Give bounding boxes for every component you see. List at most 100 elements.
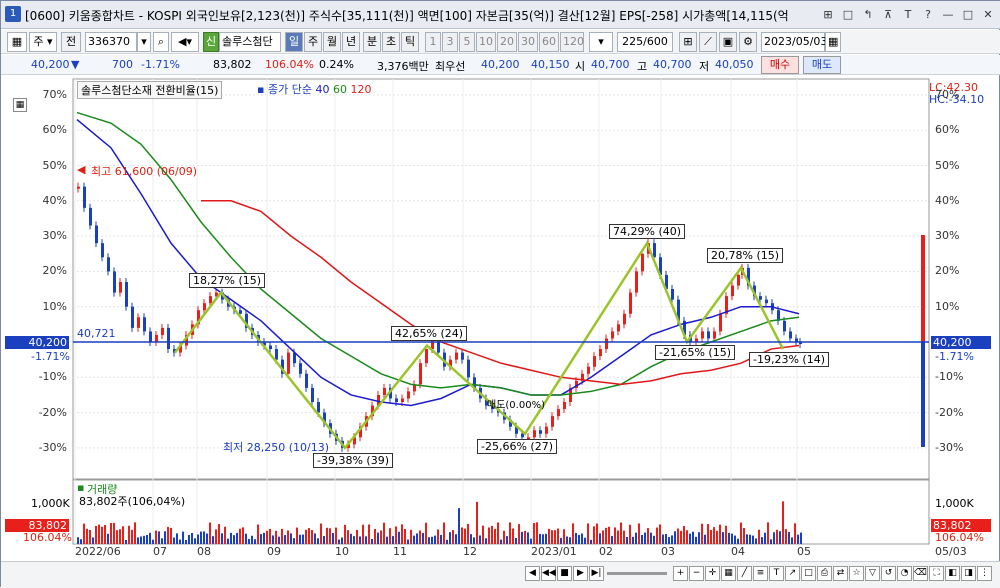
help-icon[interactable]: ? bbox=[919, 6, 937, 24]
layout-icon[interactable]: ⊞ bbox=[819, 6, 837, 24]
stop-icon[interactable]: ■ bbox=[557, 566, 572, 581]
market-select[interactable]: 주 ▾ bbox=[29, 32, 57, 52]
current-price: 40,200 bbox=[31, 58, 70, 71]
period-tick[interactable]: 틱 bbox=[401, 32, 419, 52]
pin-icon[interactable]: ⊼ bbox=[879, 6, 897, 24]
period-day[interactable]: 일 bbox=[285, 32, 303, 52]
link-icon[interactable]: ↰ bbox=[859, 6, 877, 24]
print-icon[interactable]: ⎙ bbox=[817, 566, 832, 581]
speaker-icon[interactable]: ◀▾ bbox=[171, 32, 199, 52]
interval-120[interactable]: 120 bbox=[560, 32, 584, 52]
scroll-forward-icon[interactable]: ▶ bbox=[573, 566, 588, 581]
lock-icon[interactable]: ◔ bbox=[897, 566, 912, 581]
volume-bar bbox=[395, 526, 397, 544]
zoom-out-icon[interactable]: − bbox=[689, 566, 704, 581]
scroll-back-icon[interactable]: ◀◀ bbox=[541, 566, 556, 581]
crosshair-icon[interactable]: ✛ bbox=[705, 566, 720, 581]
bar-count-field[interactable]: 225/600 bbox=[617, 32, 673, 52]
zigzag-label-4: -25,66% (27) bbox=[477, 439, 557, 454]
interval-10[interactable]: 10 bbox=[476, 32, 496, 52]
interval-60[interactable]: 60 bbox=[539, 32, 559, 52]
eraser-icon[interactable]: ⌫ bbox=[913, 566, 928, 581]
candle bbox=[741, 267, 744, 275]
volume-bar bbox=[722, 532, 724, 544]
volume-bar bbox=[215, 529, 217, 544]
ma-legend-label: 종가 단순 bbox=[267, 83, 312, 96]
date-input[interactable]: 2023/05/03 bbox=[761, 32, 827, 52]
draw-tool-icon[interactable]: ⟋ bbox=[699, 32, 717, 52]
restore-icon[interactable]: □ bbox=[839, 6, 857, 24]
interval-3[interactable]: 3 bbox=[442, 32, 458, 52]
volume-bar bbox=[137, 537, 139, 544]
close-icon[interactable]: ✕ bbox=[979, 6, 997, 24]
minimize-icon[interactable]: — bbox=[939, 6, 957, 24]
box-tool-icon[interactable]: □ bbox=[801, 566, 816, 581]
volume-bar bbox=[377, 532, 379, 544]
grid-icon[interactable]: ▦ bbox=[721, 566, 736, 581]
candle bbox=[113, 271, 116, 293]
volume-bar bbox=[221, 533, 223, 544]
volume-bar bbox=[320, 523, 322, 544]
volume-bar bbox=[257, 524, 259, 544]
stock-code-input[interactable]: 336370 bbox=[85, 32, 137, 52]
interval-5[interactable]: 5 bbox=[459, 32, 475, 52]
period-year[interactable]: 년 bbox=[342, 32, 360, 52]
period-minute[interactable]: 분 bbox=[363, 32, 381, 52]
prev-button[interactable]: 전 bbox=[61, 32, 81, 52]
buy-button[interactable]: 매수 bbox=[761, 56, 799, 74]
sell-button[interactable]: 매도 bbox=[803, 56, 841, 74]
candle bbox=[473, 377, 476, 388]
interval-30[interactable]: 30 bbox=[518, 32, 538, 52]
layout-right-icon[interactable]: ◨ bbox=[961, 566, 976, 581]
scroll-end-icon[interactable]: ▶| bbox=[589, 566, 604, 581]
save-icon[interactable]: ▣ bbox=[719, 32, 737, 52]
arrow-tool-icon[interactable]: ↗ bbox=[785, 566, 800, 581]
candle bbox=[359, 426, 362, 438]
layout-left-icon[interactable]: ◧ bbox=[945, 566, 960, 581]
volume-bar bbox=[689, 533, 691, 544]
code-dropdown-icon[interactable]: ▾ bbox=[137, 32, 151, 52]
calendar-icon[interactable]: ▦ bbox=[825, 32, 841, 52]
volume-bar bbox=[122, 526, 124, 544]
volume-bar bbox=[368, 524, 370, 544]
candle bbox=[419, 363, 422, 385]
filter-icon[interactable]: ▽ bbox=[865, 566, 880, 581]
candle bbox=[305, 373, 308, 388]
line-tool-icon[interactable]: ╱ bbox=[737, 566, 752, 581]
reset-icon[interactable]: ↺ bbox=[881, 566, 896, 581]
compare-icon[interactable]: ⇄ bbox=[833, 566, 848, 581]
interval-20[interactable]: 20 bbox=[497, 32, 517, 52]
volume-bar bbox=[569, 537, 571, 544]
candle bbox=[263, 342, 266, 346]
indicator-icon[interactable]: ⊞ bbox=[679, 32, 697, 52]
volume-bar bbox=[335, 527, 337, 544]
scroll-start-icon[interactable]: ◀ bbox=[525, 566, 540, 581]
text-icon[interactable]: T bbox=[899, 6, 917, 24]
fib-tool-icon[interactable]: ≡ bbox=[753, 566, 768, 581]
chart-menu-icon[interactable]: ▦ bbox=[7, 32, 27, 52]
maximize-icon[interactable]: □ bbox=[959, 6, 977, 24]
interval-custom-select[interactable]: ▾ bbox=[589, 32, 613, 52]
indicator-legend[interactable]: 솔루스첨단소재 전환비율(15) bbox=[77, 81, 223, 99]
y-tick-left: 20% bbox=[42, 264, 67, 278]
settings-icon[interactable]: ⚙ bbox=[739, 32, 757, 52]
star-icon[interactable]: ☆ bbox=[849, 566, 864, 581]
search-icon[interactable]: ⌕ bbox=[153, 32, 169, 52]
interval-1[interactable]: 1 bbox=[425, 32, 441, 52]
options-icon[interactable]: ⋮ bbox=[977, 566, 992, 581]
candle bbox=[413, 384, 416, 392]
text-tool-icon[interactable]: T bbox=[769, 566, 784, 581]
candle bbox=[695, 338, 698, 342]
volume-bar bbox=[128, 525, 130, 544]
fullscreen-icon[interactable]: ⛶ bbox=[929, 566, 944, 581]
volume-bar bbox=[788, 531, 790, 544]
period-month[interactable]: 월 bbox=[323, 32, 341, 52]
zoom-slider[interactable] bbox=[607, 572, 667, 575]
volume-bar bbox=[272, 535, 274, 544]
volume-bar bbox=[101, 526, 103, 544]
candle bbox=[353, 437, 356, 445]
zoom-in-icon[interactable]: + bbox=[673, 566, 688, 581]
period-second[interactable]: 초 bbox=[382, 32, 400, 52]
candle bbox=[677, 299, 680, 321]
period-week[interactable]: 주 bbox=[304, 32, 322, 52]
